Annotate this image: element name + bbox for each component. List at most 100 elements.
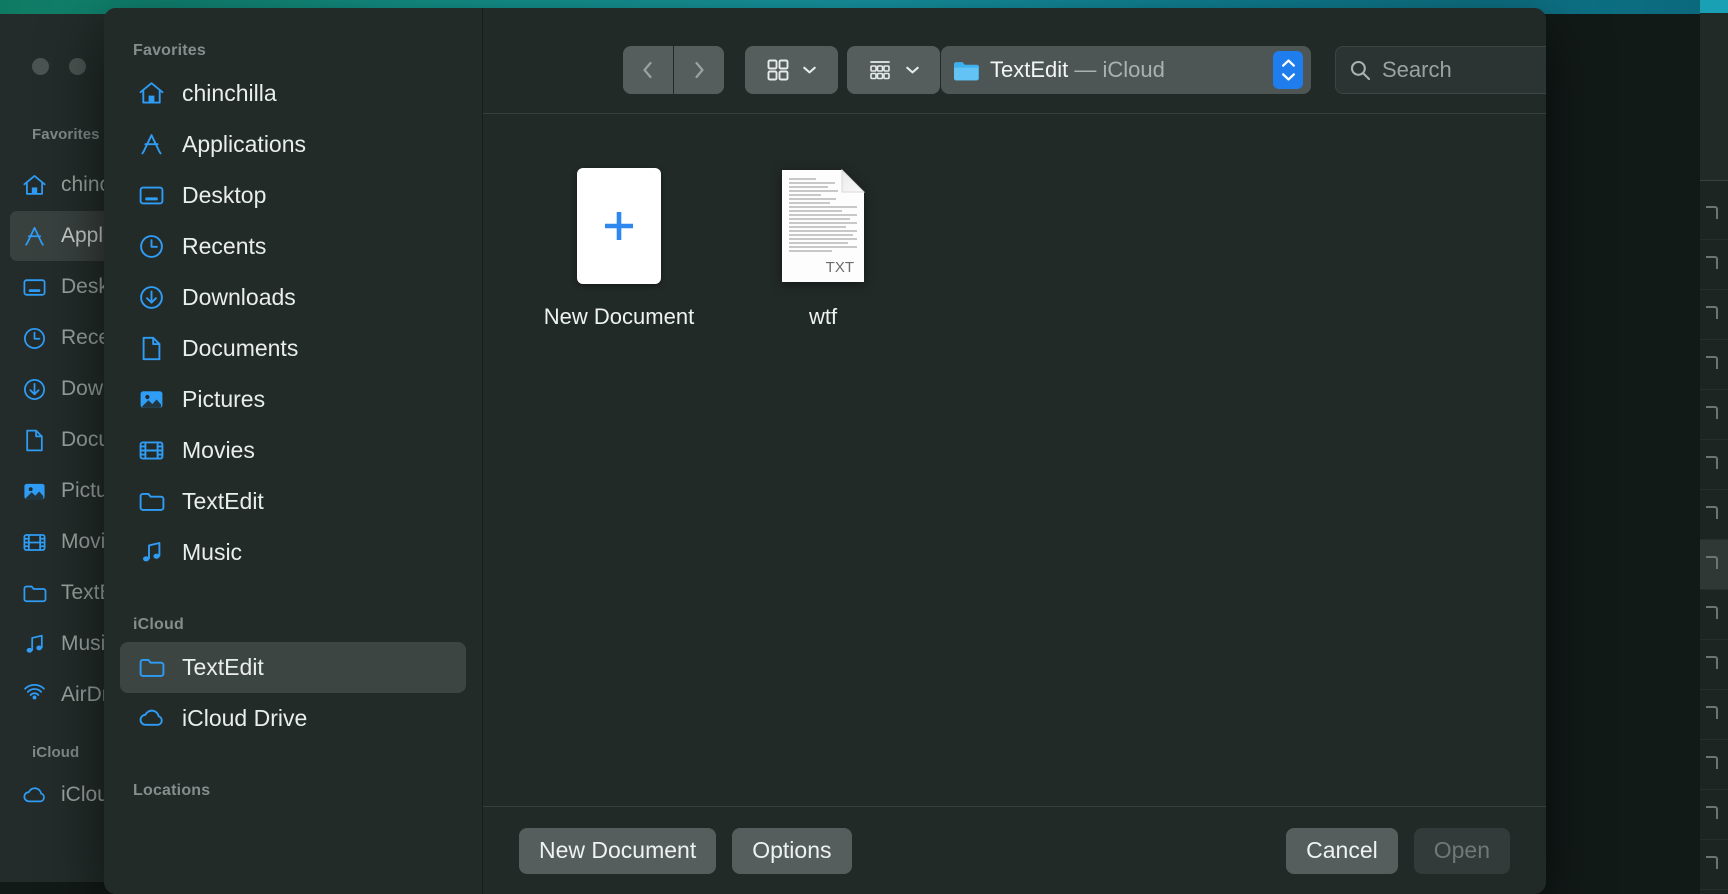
edge-window-row[interactable] <box>1700 440 1728 490</box>
minimize-button[interactable] <box>69 58 86 75</box>
bg-sidebar-item-movies[interactable]: Movies <box>10 517 113 567</box>
sidebar-item-pictures[interactable]: Pictures <box>120 374 466 425</box>
bg-sidebar-item-recents[interactable]: Recents <box>10 313 113 363</box>
search-field[interactable] <box>1335 46 1546 94</box>
open-button: Open <box>1413 827 1510 874</box>
edge-window-row[interactable] <box>1700 590 1728 640</box>
sidebar-item-label: Downloads <box>182 284 296 310</box>
folder-corner-icon <box>1706 556 1718 569</box>
folder-corner-icon <box>1706 806 1718 819</box>
right-edge-window[interactable] <box>1700 0 1728 894</box>
movies-icon <box>23 533 46 551</box>
edge-window-row[interactable] <box>1700 240 1728 290</box>
bg-sidebar-item-desktop[interactable]: Desktop <box>10 262 113 312</box>
edge-window-row[interactable] <box>1700 640 1728 690</box>
options-button[interactable]: Options <box>732 827 852 874</box>
sidebar-icloud-list: TextEdit iCloud Drive <box>104 642 482 744</box>
edge-window-row[interactable] <box>1700 390 1728 440</box>
view-mode-button[interactable] <box>745 46 838 94</box>
folder-corner-icon <box>1706 456 1718 469</box>
open-file-dialog[interactable]: Favorites chinchilla Applications Desktop R… <box>104 8 1546 894</box>
desktop-icon <box>23 278 46 296</box>
sidebar-item-label: iCloud Drive <box>182 705 308 731</box>
sidebar-item-desktop[interactable]: Desktop <box>120 170 466 221</box>
path-popup-button[interactable]: TextEdit — iCloud <box>941 46 1311 94</box>
sidebar-item-icloud-drive[interactable]: iCloud Drive <box>120 693 466 744</box>
movies-icon <box>139 441 164 460</box>
edge-window-row[interactable] <box>1700 840 1728 890</box>
sidebar-item-music[interactable]: Music <box>120 527 466 578</box>
sidebar-item-chinchilla[interactable]: chinchilla <box>120 68 466 119</box>
file-label: wtf <box>808 304 838 329</box>
dialog-sidebar[interactable]: Favorites chinchilla Applications Desktop R… <box>104 8 483 894</box>
folder-icon <box>23 585 47 602</box>
back-button[interactable] <box>623 46 673 94</box>
bg-sidebar-list: chinchillaApplicationsDesktopRecentsDown… <box>10 160 113 721</box>
bg-sidebar-item-pictures[interactable]: Pictures <box>10 466 113 516</box>
folder-corner-icon <box>1706 306 1718 319</box>
edge-window-divider <box>1700 180 1728 181</box>
edge-window-titlebar <box>1700 0 1728 13</box>
forward-button[interactable] <box>674 46 724 94</box>
edge-window-header <box>1700 13 1728 180</box>
sidebar-item-documents[interactable]: Documents <box>120 323 466 374</box>
bg-sidebar-item-textedit[interactable]: TextEdit <box>10 568 113 618</box>
sidebar-header-locations: Locations <box>133 782 211 799</box>
edge-window-row[interactable] <box>1700 540 1728 590</box>
close-button[interactable] <box>32 58 49 75</box>
path-popup-name: TextEdit <box>990 57 1069 82</box>
bg-sidebar-item-music[interactable]: Music <box>10 619 113 669</box>
bg-sidebar-item-downloads[interactable]: Downloads <box>10 364 113 414</box>
sidebar-item-applications[interactable]: Applications <box>120 119 466 170</box>
bg-sidebar-item-airdrop[interactable]: AirDrop <box>10 670 113 720</box>
grid-view-icon <box>767 59 789 81</box>
bg-sidebar-item-chinchilla[interactable]: chinchilla <box>10 160 113 210</box>
search-input[interactable] <box>1382 57 1546 83</box>
applications-icon <box>25 226 44 246</box>
txt-badge-label: TXT <box>826 259 854 276</box>
list-view-icon <box>870 61 890 80</box>
edge-window-row[interactable] <box>1700 740 1728 790</box>
path-popup-suffix: — iCloud <box>1068 57 1165 82</box>
edge-window-row[interactable] <box>1700 790 1728 840</box>
search-icon <box>1350 60 1371 80</box>
new-document-button[interactable]: New Document <box>519 827 717 874</box>
edge-window-row[interactable] <box>1700 690 1728 740</box>
edge-window-row[interactable] <box>1700 890 1728 894</box>
file-item-wtf[interactable]: TXT wtf <box>747 168 899 330</box>
desktop-icon <box>139 186 164 205</box>
bg-section-icloud: iCloud <box>32 744 80 761</box>
folder-corner-icon <box>1706 356 1718 369</box>
up-down-stepper-icon[interactable] <box>1273 51 1303 89</box>
cancel-button[interactable]: Cancel <box>1286 827 1398 874</box>
bg-sidebar-item-icloud-drive[interactable]: iCloud Drive <box>10 770 113 820</box>
sidebar-item-downloads[interactable]: Downloads <box>120 272 466 323</box>
edge-window-row[interactable] <box>1700 490 1728 540</box>
edge-window-row[interactable] <box>1700 190 1728 240</box>
home-icon <box>139 82 164 104</box>
edge-window-row[interactable] <box>1700 290 1728 340</box>
airdrop-icon <box>24 683 45 699</box>
chevron-right-icon <box>695 61 704 79</box>
sidebar-item-textedit[interactable]: TextEdit <box>120 476 466 527</box>
folder-corner-icon <box>1706 256 1718 269</box>
bg-sidebar-item-applications[interactable]: Applications <box>10 211 113 261</box>
cloud-icon <box>139 709 163 726</box>
sidebar-item-movies[interactable]: Movies <box>120 425 466 476</box>
clock-icon <box>23 327 46 349</box>
clock-icon <box>140 235 163 258</box>
folder-icon <box>139 658 165 677</box>
bg-icloud-list: iCloud Drive <box>10 770 113 821</box>
applications-icon <box>141 134 162 155</box>
path-popup-label: TextEdit — iCloud <box>990 57 1165 83</box>
edge-window-row[interactable] <box>1700 340 1728 390</box>
background-finder-window[interactable]: Favorites chinchillaApplicationsDesktopR… <box>0 14 114 882</box>
file-grid[interactable]: New Document TXT wtf <box>483 114 1546 806</box>
folder-corner-icon <box>1706 406 1718 419</box>
bg-sidebar-item-documents[interactable]: Documents <box>10 415 113 465</box>
sidebar-item-textedit[interactable]: TextEdit <box>120 642 466 693</box>
sidebar-item-recents[interactable]: Recents <box>120 221 466 272</box>
group-by-button[interactable] <box>847 46 940 94</box>
sidebar-header-icloud: iCloud <box>133 616 184 633</box>
file-item-new-document[interactable]: New Document <box>543 168 695 330</box>
